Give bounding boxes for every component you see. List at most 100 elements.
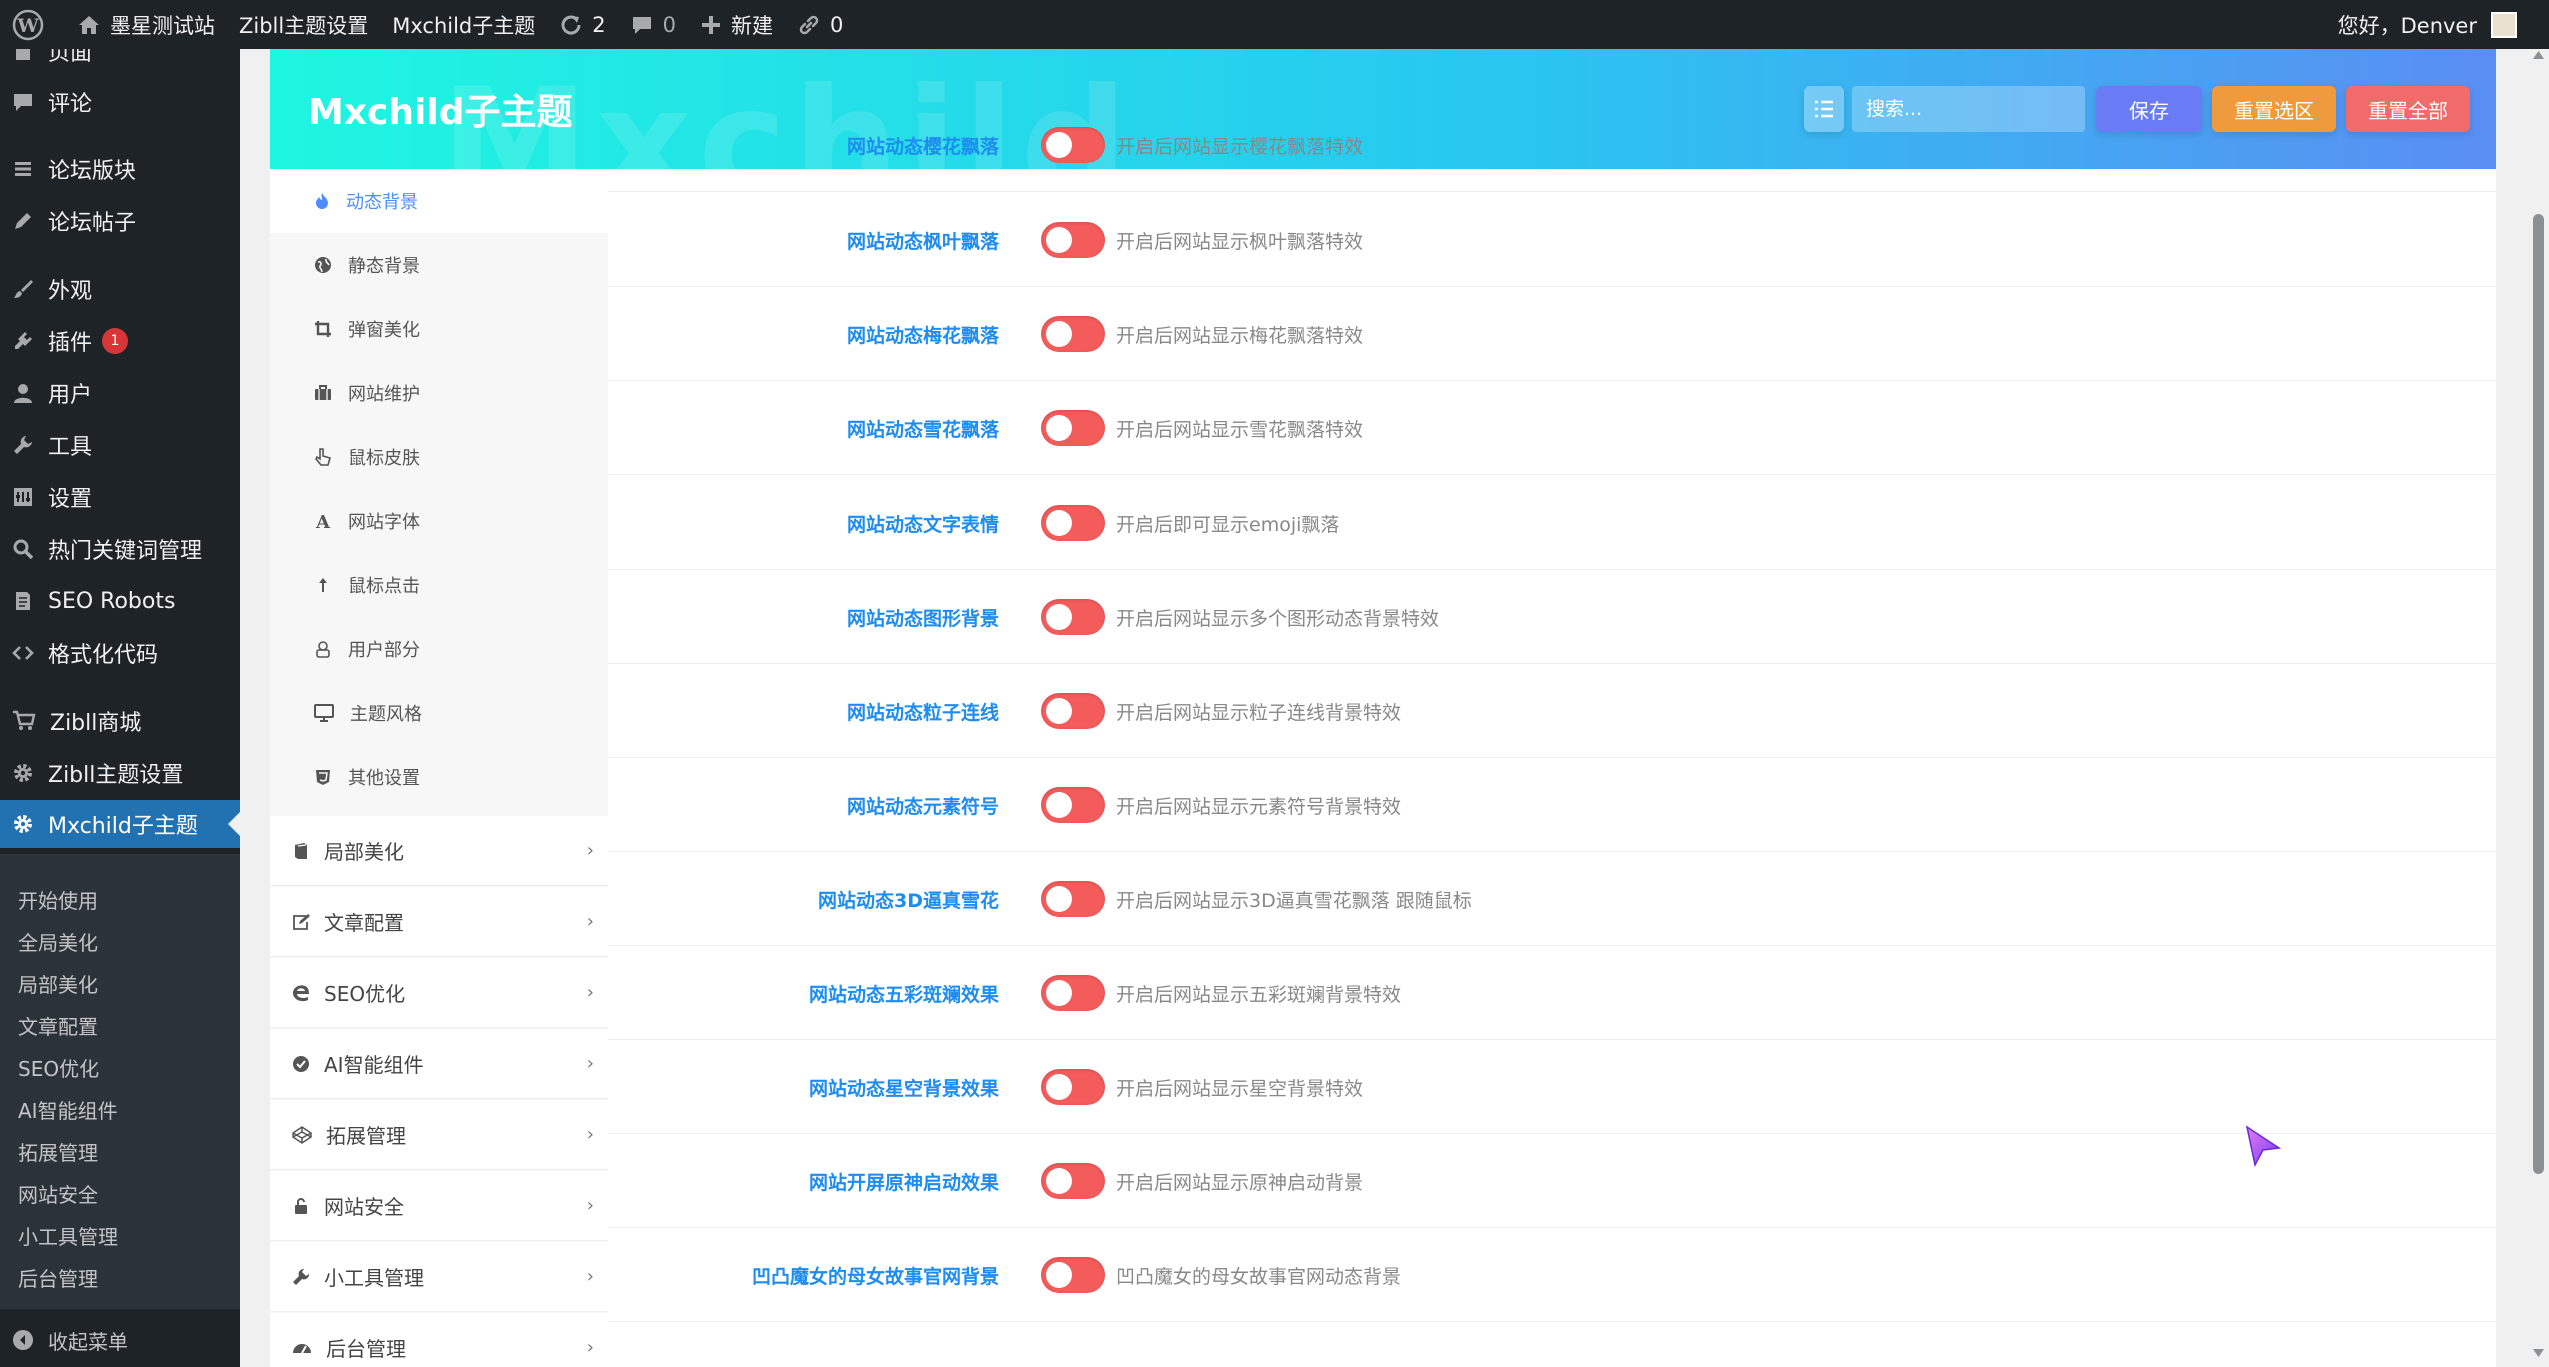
menu-item-appearance[interactable]: 外观 — [0, 265, 240, 313]
toggle-knob — [1046, 792, 1072, 818]
option-toggle[interactable] — [1041, 693, 1105, 729]
option-row: 网站动态元素符号 开启后网站显示元素符号背景特效 — [608, 758, 2496, 852]
nav-group-seo[interactable]: SEO优化 › — [270, 958, 608, 1028]
menu-item-seo-robots[interactable]: SEO Robots — [0, 577, 240, 625]
toggle-knob — [1046, 510, 1072, 536]
briefcase-icon — [315, 385, 331, 400]
scrollbar-thumb[interactable] — [2533, 214, 2544, 1174]
nav-item-font[interactable]: A 网站字体 — [270, 489, 608, 553]
globe-icon — [315, 257, 331, 273]
menu-item-forum-sections[interactable]: 论坛版块 — [0, 145, 240, 193]
nav-item-dynamic-bg[interactable]: 动态背景 — [270, 169, 608, 233]
option-toggle[interactable] — [1041, 222, 1105, 258]
menu-item-users[interactable]: 用户 — [0, 369, 240, 417]
chevron-right-icon: › — [586, 1266, 594, 1287]
submenu-item[interactable]: 开始使用 — [18, 878, 98, 920]
site-name: 墨星测试站 — [110, 13, 215, 38]
options-content: 网站动态樱花飘落 开启后网站显示樱花飘落特效 网站动态枫叶飘落 开启后网站显示枫… — [608, 127, 2496, 1367]
submenu-item[interactable]: 拓展管理 — [18, 1130, 98, 1172]
stack-icon — [15, 162, 31, 176]
submenu-item[interactable]: SEO优化 — [18, 1046, 99, 1088]
option-toggle[interactable] — [1041, 975, 1105, 1011]
nav-item-other[interactable]: 其他设置 — [270, 745, 608, 809]
admin-bar: W 墨星测试站 Zibll主题设置 Mxchild子主题 2 0 新建 0 您好… — [0, 0, 2549, 49]
nav-item-maintenance[interactable]: 网站维护 — [270, 361, 608, 425]
crop-icon — [315, 321, 331, 337]
menu-item-tools[interactable]: 工具 — [0, 421, 240, 469]
submenu-item[interactable]: 全局美化 — [18, 920, 98, 962]
option-title: 网站动态雪花飘落 — [846, 418, 999, 441]
option-title: 网站动态图形背景 — [846, 607, 999, 630]
nav-item-label: 用户部分 — [348, 640, 420, 661]
nav-item-cursor-skin[interactable]: 鼠标皮肤 — [270, 425, 608, 489]
option-toggle[interactable] — [1041, 505, 1105, 541]
menu-item-mxchild[interactable]: Mxchild子主题 — [0, 800, 240, 848]
option-description: 开启后网站显示星空背景特效 — [1116, 1077, 1364, 1100]
menu-item-zibll-shop[interactable]: Zibll商城 — [0, 697, 240, 745]
nav-group-widgets[interactable]: 小工具管理 › — [270, 1242, 608, 1312]
submenu-item[interactable]: 网站安全 — [18, 1172, 98, 1214]
chevron-right-icon: › — [586, 911, 594, 932]
menu-item-label: 用户 — [48, 383, 93, 408]
edit-icon — [293, 913, 310, 930]
option-toggle[interactable] — [1041, 1069, 1105, 1105]
option-toggle[interactable] — [1041, 316, 1105, 352]
mxchild-link[interactable]: Mxchild子主题 — [380, 0, 547, 49]
nav-group-backend[interactable]: 后台管理 › — [270, 1313, 608, 1367]
wordpress-logo-button[interactable]: W — [0, 0, 65, 49]
nav-item-theme-style[interactable]: 主题风格 — [270, 681, 608, 745]
option-toggle[interactable] — [1041, 881, 1105, 917]
menu-item-plugins[interactable]: 插件 1 — [0, 317, 240, 365]
comments-link[interactable]: 0 — [618, 0, 688, 49]
option-toggle[interactable] — [1041, 787, 1105, 823]
menu-item-comments[interactable]: 评论 — [0, 78, 240, 126]
codepen-icon — [292, 1125, 312, 1144]
settings-icon — [14, 488, 32, 506]
nav-item-static-bg[interactable]: 静态背景 — [270, 233, 608, 297]
my-account-link[interactable]: 您好，Denver — [2338, 0, 2517, 49]
toggle-knob — [1046, 1074, 1072, 1100]
collapse-menu-button[interactable]: 收起菜单 — [0, 1316, 240, 1364]
nav-group-local-beautify[interactable]: 局部美化 › — [270, 816, 608, 886]
menu-item-forum-posts[interactable]: 论坛帖子 — [0, 197, 240, 245]
option-toggle[interactable] — [1041, 127, 1105, 163]
scroll-down-icon — [2533, 1349, 2544, 1357]
nav-group-article[interactable]: 文章配置 › — [270, 887, 608, 957]
submenu-item[interactable]: 文章配置 — [18, 1004, 98, 1046]
menu-item-label: 论坛版块 — [48, 159, 137, 184]
submenu-item[interactable]: 局部美化 — [18, 962, 98, 1004]
collapse-icon — [13, 1330, 33, 1350]
links-link[interactable]: 0 — [785, 0, 855, 49]
menu-item-settings[interactable]: 设置 — [0, 473, 240, 521]
site-name-link[interactable]: 墨星测试站 — [65, 0, 227, 49]
nav-item-mouse-click[interactable]: 鼠标点击 — [270, 553, 608, 617]
gear-icon — [14, 815, 32, 833]
option-toggle[interactable] — [1041, 1163, 1105, 1199]
option-toggle[interactable] — [1041, 1257, 1105, 1293]
submenu-item[interactable]: 后台管理 — [18, 1256, 98, 1298]
updates-link[interactable]: 2 — [547, 0, 617, 49]
window-scrollbar[interactable] — [2528, 49, 2549, 1367]
nav-group-extensions[interactable]: 拓展管理 › — [270, 1100, 608, 1170]
menu-item-zibll-settings[interactable]: Zibll主题设置 — [0, 749, 240, 797]
option-toggle[interactable] — [1041, 599, 1105, 635]
menu-item-pages[interactable]: 页面 — [0, 49, 240, 75]
submenu-item[interactable]: AI智能组件 — [18, 1088, 118, 1130]
option-row: 网站动态樱花飘落 开启后网站显示樱花飘落特效 — [608, 98, 2496, 192]
submenu-item[interactable]: 小工具管理 — [18, 1214, 118, 1256]
option-row: 网站动态文字表情 开启后即可显示emoji飘落 — [608, 476, 2496, 570]
menu-item-hot-keywords[interactable]: 热门关键词管理 — [0, 525, 240, 573]
page-title: Mxchild子主题 — [308, 92, 573, 133]
new-content-link[interactable]: 新建 — [688, 0, 785, 49]
toggle-knob — [1046, 886, 1072, 912]
nav-item-popup[interactable]: 弹窗美化 — [270, 297, 608, 361]
nav-item-user[interactable]: 用户部分 — [270, 617, 608, 681]
links-count: 0 — [830, 12, 844, 37]
wordpress-icon: W — [12, 9, 44, 40]
menu-item-format-code[interactable]: 格式化代码 — [0, 629, 240, 677]
zibll-settings-link[interactable]: Zibll主题设置 — [227, 0, 380, 49]
option-toggle[interactable] — [1041, 410, 1105, 446]
nav-group-security[interactable]: 网站安全 › — [270, 1171, 608, 1241]
nav-item-label: 动态背景 — [346, 192, 418, 213]
nav-group-ai[interactable]: AI智能组件 › — [270, 1029, 608, 1099]
